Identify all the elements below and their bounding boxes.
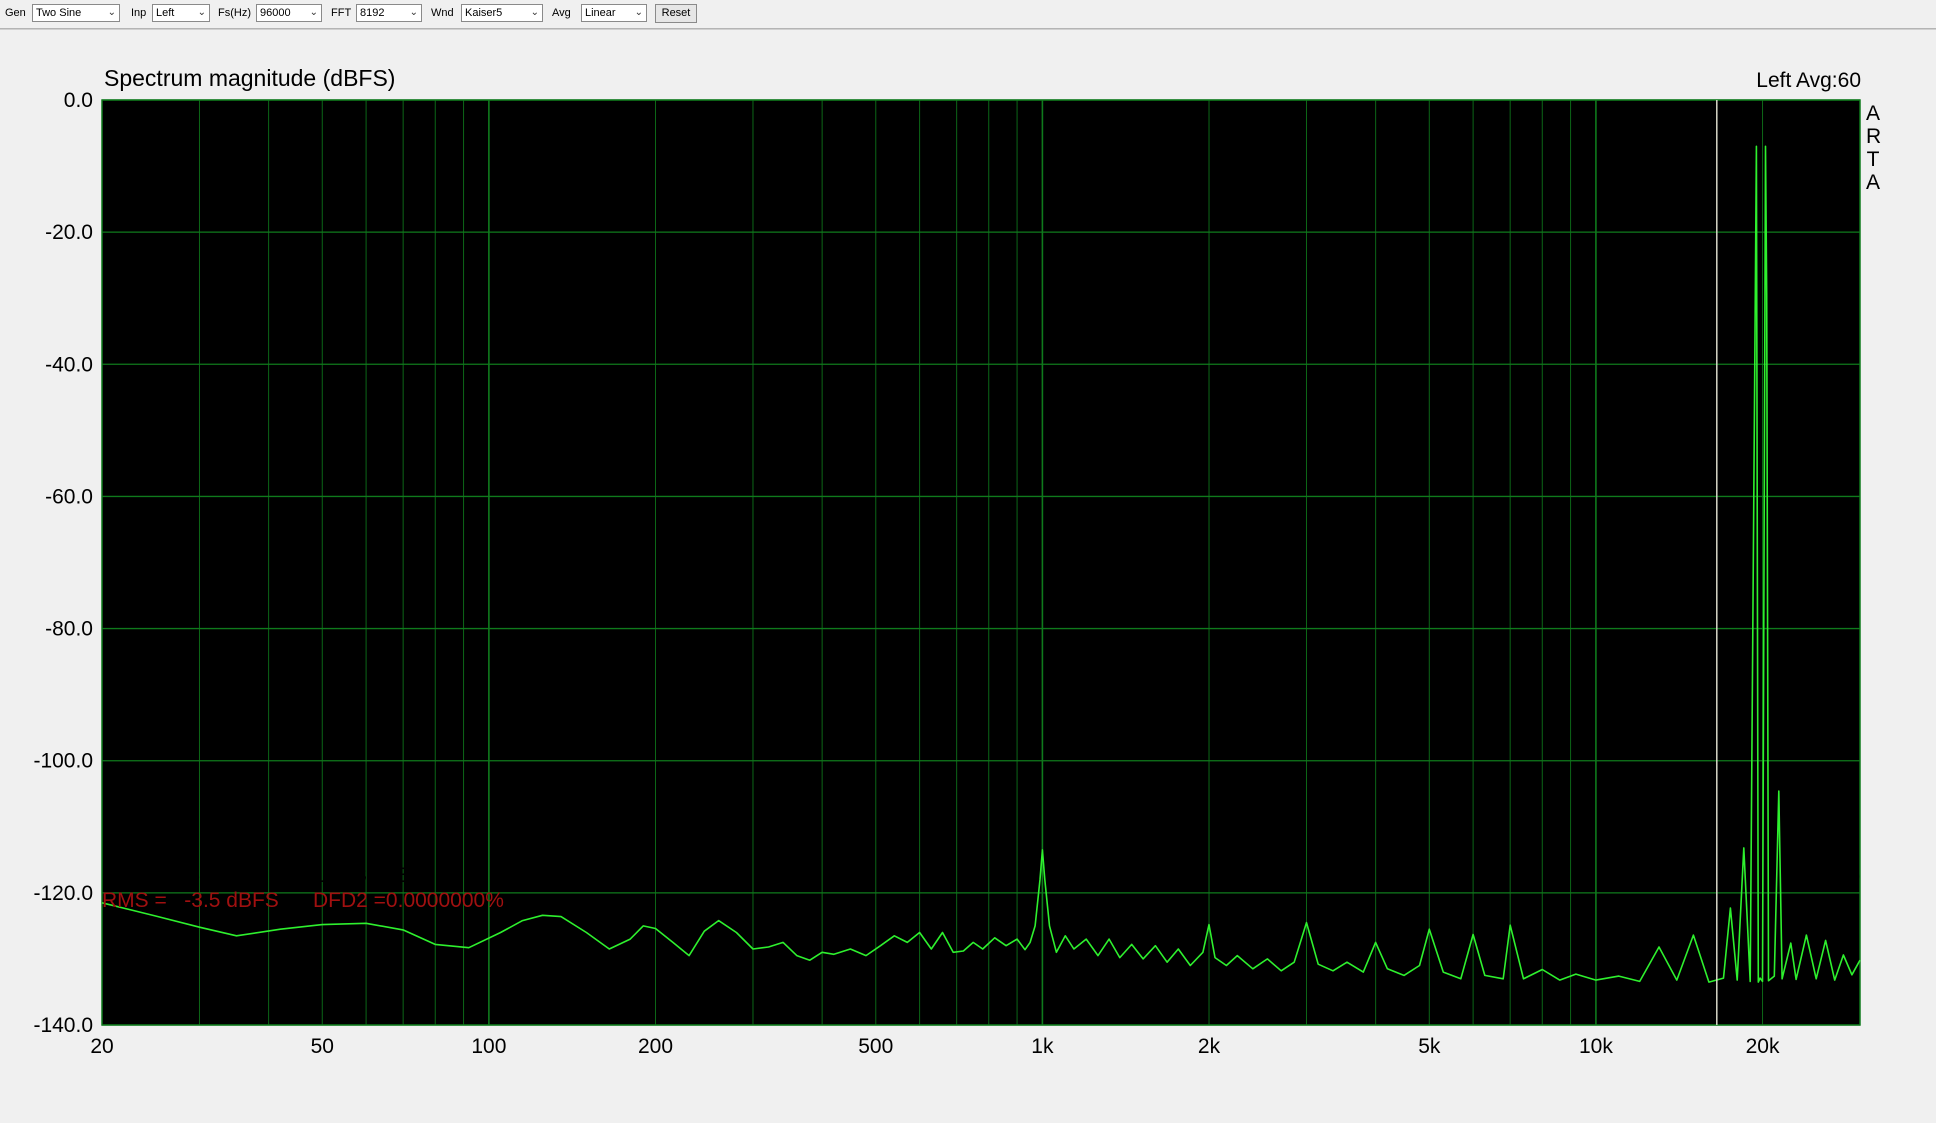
y-tick-label: 0.0 (64, 89, 93, 112)
fft-size-select[interactable]: 8192 ⌄ (356, 4, 422, 22)
sample-rate-select[interactable]: 96000 ⌄ (256, 4, 322, 22)
x-tick-label: 500 (858, 1035, 893, 1058)
x-tick-label: 20k (1746, 1035, 1780, 1058)
fft-size-value: 8192 (360, 7, 385, 19)
window-value: Kaiser5 (465, 7, 503, 19)
cursor-readout: Cursor: 16535.16 Hz, -132.85 dB (102, 864, 411, 887)
dfd2-readout: DFD2 =0.0000000% (313, 889, 504, 912)
input-select[interactable]: Left ⌄ (152, 4, 210, 22)
input-value: Left (156, 7, 175, 19)
x-tick-label: 50 (311, 1035, 334, 1058)
y-tick-label: -40.0 (45, 353, 93, 376)
chevron-down-icon: ⌄ (409, 7, 418, 18)
fs-label: Fs(Hz) (218, 7, 251, 19)
chevron-down-icon: ⌄ (309, 7, 318, 18)
fft-label: FFT (331, 7, 352, 19)
y-tick-label: -140.0 (33, 1014, 93, 1037)
y-tick-label: -100.0 (33, 750, 93, 773)
gen-label: Gen (5, 7, 26, 19)
x-tick-label: 10k (1579, 1035, 1613, 1058)
rms-readout: RMS = -3.5 dBFS (102, 889, 279, 912)
averaging-select[interactable]: Linear ⌄ (581, 4, 647, 22)
reset-button[interactable]: Reset (655, 4, 697, 23)
chevron-down-icon: ⌄ (634, 7, 643, 18)
chart-title: Spectrum magnitude (dBFS) (104, 65, 396, 91)
x-tick-label: 5k (1418, 1035, 1441, 1058)
y-tick-label: -80.0 (45, 618, 93, 641)
avg-label: Avg (552, 7, 571, 19)
x-tick-label: 200 (638, 1035, 673, 1058)
chevron-down-icon: ⌄ (197, 7, 206, 18)
spectrum-view: 0.0 -20.0 -40.0 -60.0 -80.0 -100.0 -120.0 -140.… (0, 29, 1936, 1123)
channel-average-label: Left Avg:60 (1756, 69, 1861, 92)
x-tick-label: 1k (1031, 1035, 1054, 1058)
y-tick-label: -60.0 (45, 485, 93, 508)
inp-label: Inp (131, 7, 147, 19)
generator-select[interactable]: Two Sine ⌄ (32, 4, 120, 22)
x-axis-label: F(Hz) (1808, 864, 1861, 887)
wnd-label: Wnd (431, 7, 454, 19)
chevron-down-icon: ⌄ (530, 7, 539, 18)
chevron-down-icon: ⌄ (107, 7, 116, 18)
arta-logo: ARTA (1866, 102, 1882, 194)
x-tick-label: 2k (1198, 1035, 1221, 1058)
x-tick-label: 100 (471, 1035, 506, 1058)
y-tick-label: -20.0 (45, 221, 93, 244)
window-select[interactable]: Kaiser5 ⌄ (461, 4, 543, 22)
toolbar: Gen Two Sine ⌄ Inp Left ⌄ Fs(Hz) 96000 ⌄ FF… (0, 0, 1936, 29)
generator-value: Two Sine (36, 7, 82, 19)
y-tick-label: -120.0 (33, 882, 93, 905)
spectrum-chart[interactable]: 0.0 -20.0 -40.0 -60.0 -80.0 -100.0 -120.0 -140.… (0, 30, 1936, 1123)
x-tick-label: 20 (90, 1035, 113, 1058)
averaging-value: Linear (585, 7, 616, 19)
sample-rate-value: 96000 (260, 7, 291, 19)
